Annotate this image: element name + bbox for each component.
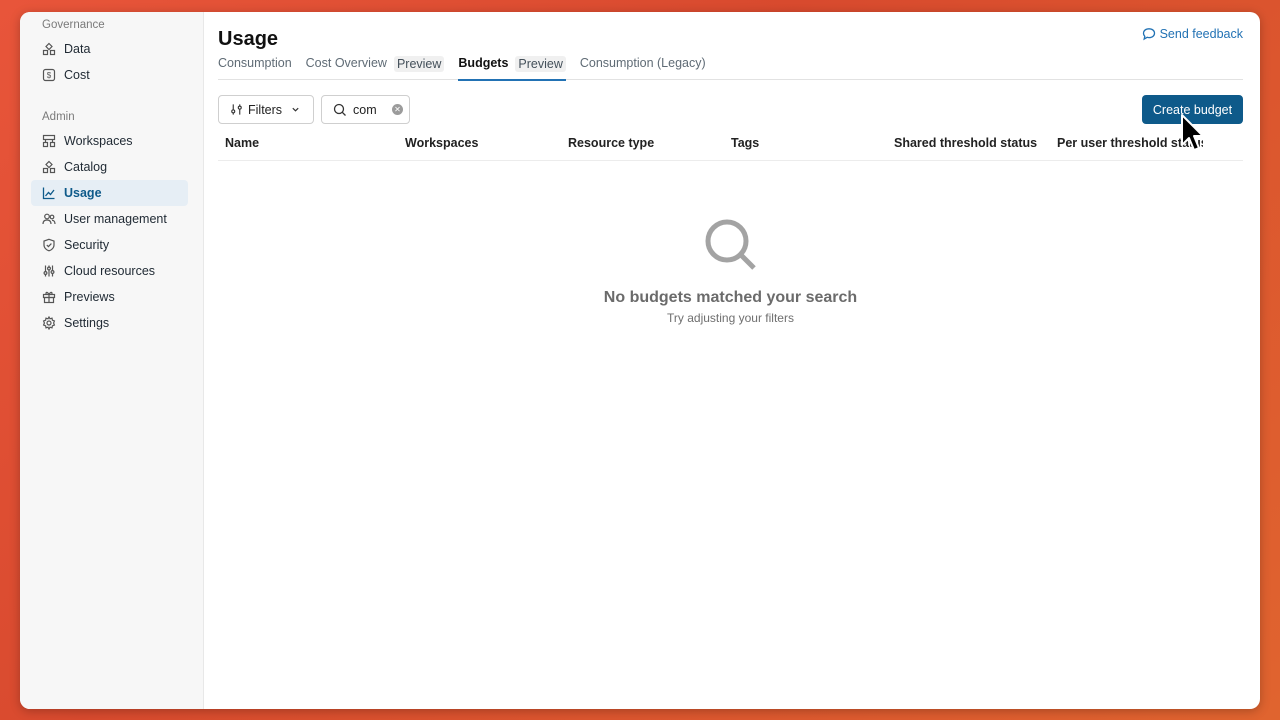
- sidebar-item-label: Cloud resources: [64, 264, 156, 278]
- empty-state-subtitle: Try adjusting your filters: [667, 311, 794, 325]
- clear-search-icon[interactable]: ✕: [392, 104, 403, 115]
- shield-icon: [42, 238, 56, 252]
- catalog-icon: [42, 160, 56, 174]
- sidebar-section-governance: Governance: [42, 19, 105, 31]
- filter-sliders-icon: [231, 104, 242, 115]
- search-field[interactable]: ✕: [321, 95, 410, 124]
- sidebar-item-label: Catalog: [64, 160, 108, 174]
- gear-icon: [42, 316, 56, 330]
- usage-tabs: Consumption Cost Overview Preview Budget…: [218, 56, 1243, 81]
- sidebar-item-previews[interactable]: Previews: [31, 284, 188, 310]
- sidebar-item-label: Cost: [64, 68, 90, 82]
- tab-consumption[interactable]: Consumption: [218, 56, 292, 80]
- gift-icon: [42, 290, 56, 304]
- filters-button[interactable]: Filters: [218, 95, 314, 124]
- sidebar-item-settings[interactable]: Settings: [31, 310, 188, 336]
- search-input[interactable]: [353, 102, 389, 117]
- usage-chart-icon: [42, 186, 56, 200]
- cost-icon: $: [42, 68, 56, 82]
- preview-tag: Preview: [393, 56, 445, 72]
- sidebar-item-catalog[interactable]: Catalog: [31, 154, 188, 180]
- sidebar-item-label: Security: [64, 238, 110, 252]
- sidebar-item-cost[interactable]: $ Cost: [31, 62, 188, 88]
- chevron-down-icon: [292, 107, 299, 112]
- sidebar-item-label: Previews: [64, 290, 115, 304]
- sidebar-item-label: Workspaces: [64, 134, 133, 148]
- tab-cost-overview[interactable]: Cost Overview Preview: [306, 56, 445, 80]
- send-feedback-link[interactable]: Send feedback: [1142, 27, 1243, 41]
- toolbar: Filters ✕ Create budget: [218, 95, 1243, 124]
- column-header-tags[interactable]: Tags: [731, 136, 759, 150]
- search-icon: [333, 103, 346, 116]
- page-title: Usage: [218, 28, 279, 50]
- sidebar-item-data[interactable]: Data: [31, 36, 188, 62]
- sidebar-item-cloud-resources[interactable]: Cloud resources: [31, 258, 188, 284]
- preview-tag: Preview: [515, 56, 566, 72]
- sidebar: Governance Data $ Cost Admin Workspaces: [20, 12, 204, 709]
- svg-text:$: $: [47, 71, 52, 80]
- sidebar-item-workspaces[interactable]: Workspaces: [31, 128, 188, 154]
- sidebar-item-security[interactable]: Security: [31, 232, 188, 258]
- tab-label: Budgets: [458, 56, 509, 70]
- sidebar-item-label: Settings: [64, 316, 110, 330]
- tab-label: Consumption (Legacy): [579, 56, 706, 70]
- send-feedback-label: Send feedback: [1159, 27, 1243, 41]
- sidebar-item-label: Usage: [64, 186, 102, 200]
- sidebar-section-admin: Admin: [42, 111, 75, 123]
- speech-bubble-icon: [1142, 28, 1155, 41]
- column-header-workspaces[interactable]: Workspaces: [405, 136, 478, 150]
- sidebar-item-user-management[interactable]: User management: [31, 206, 188, 232]
- empty-state: No budgets matched your search Try adjus…: [218, 217, 1243, 325]
- table-header: Name Workspaces Resource type Tags Share…: [218, 133, 1243, 161]
- users-icon: [42, 212, 56, 226]
- workspaces-icon: [42, 134, 56, 148]
- tab-budgets[interactable]: Budgets Preview: [458, 56, 567, 81]
- app-window: Governance Data $ Cost Admin Workspaces: [20, 12, 1260, 709]
- tab-label: Cost Overview: [305, 56, 387, 70]
- main-content: Usage Send feedback Consumption Cost Ove…: [204, 12, 1260, 709]
- sidebar-item-usage[interactable]: Usage: [31, 180, 188, 206]
- mouse-pointer-icon: [1181, 114, 1204, 151]
- tab-consumption-legacy[interactable]: Consumption (Legacy): [580, 56, 706, 80]
- column-header-resource-type[interactable]: Resource type: [568, 136, 654, 150]
- sidebar-item-label: User management: [64, 212, 167, 226]
- filters-label: Filters: [248, 102, 283, 117]
- empty-search-icon: [705, 219, 756, 270]
- sliders-icon: [42, 264, 56, 278]
- tab-label: Consumption: [218, 56, 292, 70]
- empty-state-title: No budgets matched your search: [603, 289, 858, 306]
- sidebar-item-label: Data: [64, 42, 91, 56]
- column-header-name[interactable]: Name: [225, 136, 259, 150]
- column-header-shared-threshold-status[interactable]: Shared threshold status: [894, 136, 1037, 150]
- data-icon: [42, 42, 56, 56]
